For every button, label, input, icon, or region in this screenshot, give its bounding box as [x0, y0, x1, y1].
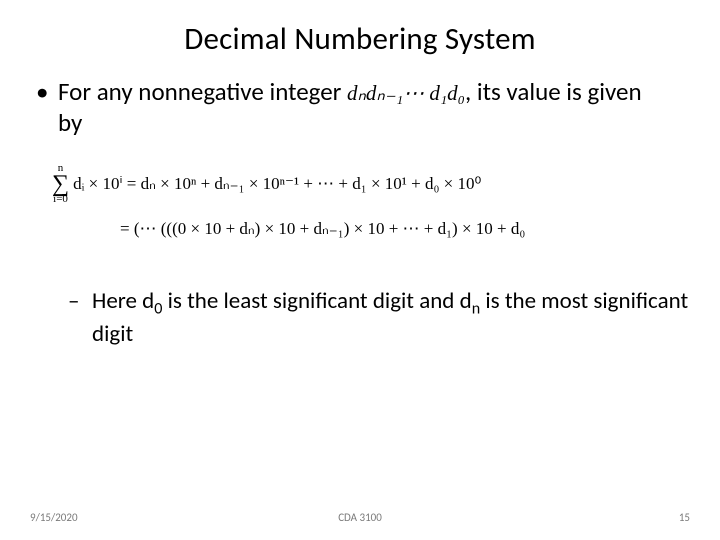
footer-course: CDA 3100: [338, 511, 382, 524]
bullet1-text-pre: For any nonnegative integer: [58, 76, 347, 107]
bullet2-a: Here d: [92, 287, 154, 315]
sigma-symbol: ∑: [52, 174, 69, 194]
formula-body-1: dᵢ × 10ⁱ = dₙ × 10ⁿ + dₙ₋₁ × 10ⁿ⁻¹ + ⋯ +…: [73, 166, 481, 202]
bullet1-math: dₙdₙ₋₁⋯ d₁d₀: [347, 81, 465, 105]
slide-footer: 9/15/2020 CDA 3100 15: [0, 511, 720, 524]
bullet-main: For any nonnegative integer dₙdₙ₋₁⋯ d₁d₀…: [30, 76, 690, 139]
slide-title: Decimal Numbering System: [30, 20, 690, 58]
bullet2-b: is the least significant digit and d: [162, 287, 471, 315]
footer-page: 15: [679, 511, 690, 524]
formula-line-2: = (⋯ (((0 × 10 + dₙ) × 10 + dₙ₋₁) × 10 +…: [120, 211, 690, 247]
bullet-sub: Here d0 is the least significant digit a…: [30, 287, 690, 350]
sigma-lower: i=0: [53, 194, 68, 205]
sub-n: n: [472, 299, 480, 318]
sigma-notation: n ∑ i=0: [52, 163, 69, 205]
formula-block: n ∑ i=0 dᵢ × 10ⁱ = dₙ × 10ⁿ + dₙ₋₁ × 10ⁿ…: [52, 163, 690, 247]
footer-date: 9/15/2020: [30, 511, 78, 524]
formula-line-1: n ∑ i=0 dᵢ × 10ⁱ = dₙ × 10ⁿ + dₙ₋₁ × 10ⁿ…: [52, 163, 690, 205]
